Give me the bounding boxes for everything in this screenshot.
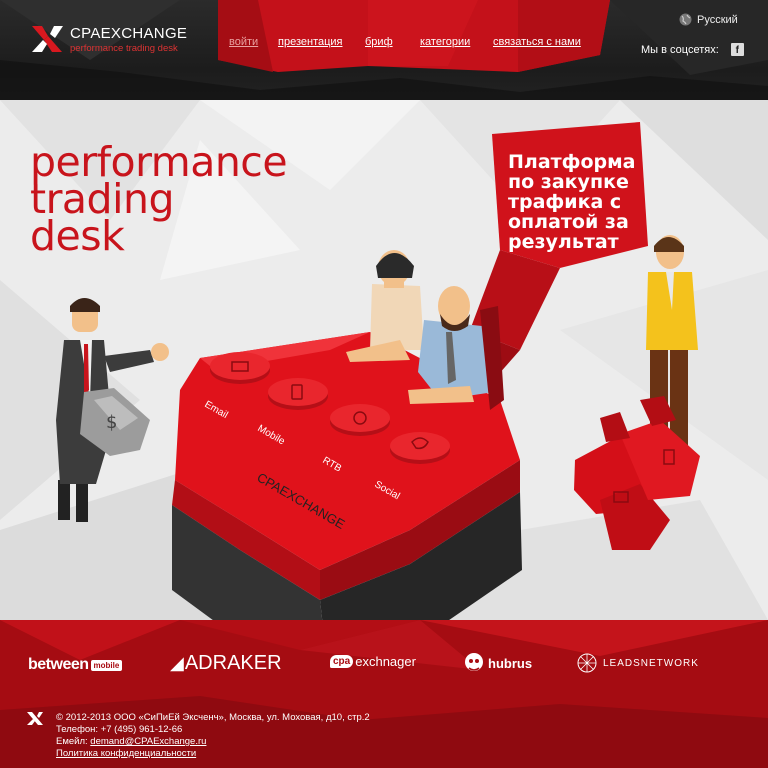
logo-x-icon — [32, 26, 63, 52]
facebook-icon[interactable]: f — [730, 43, 744, 56]
partner-leadsnetwork[interactable]: LEADSNETWORK — [576, 652, 699, 674]
email-link[interactable]: demand@CPAExchange.ru — [90, 736, 206, 747]
logo[interactable]: CPAEXCHANGE performance trading desk — [30, 24, 187, 54]
man-with-money-bag: $ — [56, 298, 169, 522]
partner-hubrus[interactable]: hubrus — [464, 652, 532, 674]
footer-logo-icon — [27, 712, 43, 725]
social-label: Мы в соцсетях: — [641, 43, 719, 56]
site-footer: between mobile ◢ ADRAKER cpa exchnager h… — [0, 620, 768, 768]
email-line: Емейл: demand@CPAExchange.ru — [56, 736, 207, 747]
language-label: Русский — [697, 13, 738, 26]
footer-contacts: © 2012-2013 ООО «СиПиЕй Эксченч», Москва… — [56, 712, 370, 760]
adraker-mark-icon: ◢ — [170, 653, 184, 673]
site-header: CPAEXCHANGE performance trading desk вой… — [0, 0, 768, 100]
nav-contact[interactable]: связаться с нами — [493, 36, 581, 48]
phone: Телефон: +7 (495) 961-12-66 — [56, 724, 183, 735]
partner-cpa-exchanger[interactable]: cpa exchnager — [330, 654, 416, 669]
nav-presentation[interactable]: презентация — [278, 36, 343, 48]
globe-icon — [679, 13, 692, 26]
partner-between[interactable]: between mobile — [28, 656, 123, 674]
logo-tagline: performance trading desk — [70, 42, 178, 54]
leadsnetwork-icon — [577, 653, 597, 673]
partner-logos: between mobile ◢ ADRAKER cpa exchnager h… — [0, 648, 768, 688]
language-selector[interactable]: Русский — [679, 13, 738, 26]
hubrus-icon — [465, 653, 483, 671]
nav-brief[interactable]: бриф — [365, 36, 393, 48]
hero-section: performance trading desk $ Email Mobile … — [0, 100, 768, 620]
privacy-link[interactable]: Политика конфиденциальности — [56, 748, 196, 759]
nav-categories[interactable]: категории — [420, 36, 470, 48]
social-links: Мы в соцсетях: f — [641, 43, 744, 56]
hero-illustration: $ Email Mobile RTB Social CPAEXCHANGE — [56, 122, 700, 620]
copyright: © 2012-2013 ООО «СиПиЕй Эксченч», Москва… — [56, 712, 370, 723]
nav-login[interactable]: войти — [229, 36, 258, 48]
partner-adraker[interactable]: ◢ ADRAKER — [170, 652, 282, 675]
svg-text:$: $ — [106, 412, 117, 433]
logo-name: CPAEXCHANGE — [70, 24, 188, 42]
speech-bubble-text: Платформа по закупке трафика с оплатой з… — [508, 151, 636, 253]
